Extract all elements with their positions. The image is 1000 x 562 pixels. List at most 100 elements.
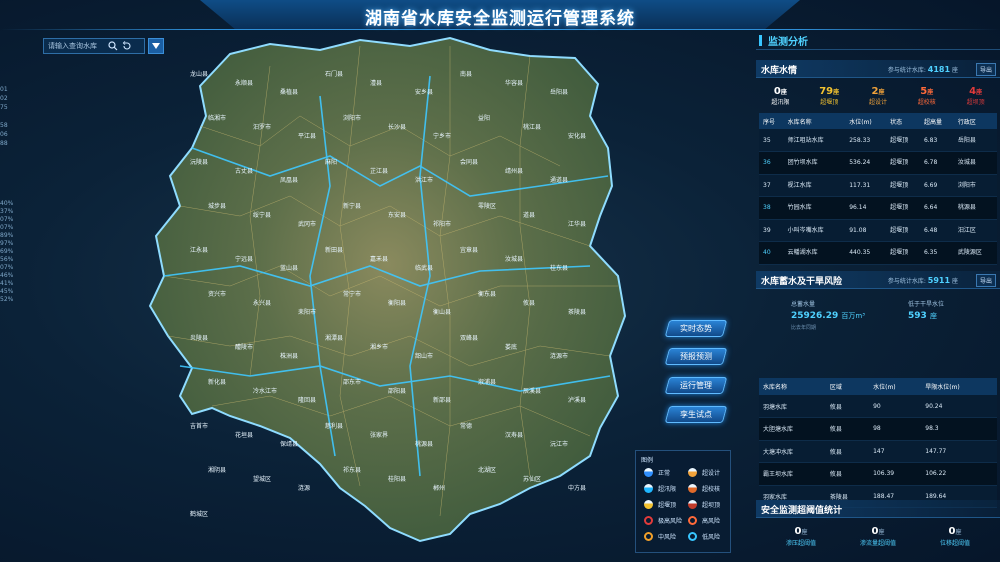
map-county-label: 株洲县 (280, 352, 298, 360)
stat-over-weir[interactable]: 79座 超堰顶 (805, 86, 854, 108)
map-county-label: 醴陵市 (235, 343, 253, 351)
col-header[interactable]: 水库名称 (759, 378, 826, 395)
table-cell: 6.78 (919, 151, 954, 175)
table-row[interactable]: 霸王坝水库 攸县 106.39 106.22 (759, 462, 997, 486)
stat-seepage-flow[interactable]: 0座 渗流量超阈值 (843, 526, 913, 547)
unit: 座 (878, 89, 885, 96)
map-county-label: 嘉禾县 (370, 255, 388, 263)
meta-unit: 座 (951, 278, 958, 285)
table-cell: 浏阳市 (953, 174, 997, 197)
table-cell: 云幡湖水库 (783, 241, 846, 265)
table-cell: 117.31 (845, 174, 887, 197)
reservoir-over-design-icon (688, 468, 697, 477)
table-cell: 岳阳县 (953, 129, 997, 152)
stat-over-flood-limit[interactable]: 0座 超汛限 (756, 86, 805, 108)
table-cell: 39 (759, 219, 784, 242)
forecast-button[interactable]: 预报预测 (664, 348, 728, 365)
table-cell: 桃源县 (953, 196, 997, 220)
reset-icon[interactable] (120, 39, 134, 53)
stat-over-design[interactable]: 2座 超设计 (854, 86, 903, 108)
map-county-label: 洪江市 (415, 176, 433, 184)
col-header[interactable]: 水位(m) (845, 113, 887, 129)
stat-over-check[interactable]: 5座 超校核 (902, 86, 951, 108)
map-county-label: 新化县 (208, 378, 226, 386)
table-cell: 90 (869, 395, 922, 418)
export-label: 导出 (979, 278, 992, 285)
ruler-tick (0, 112, 14, 121)
table-cell: 40 (759, 241, 784, 265)
table-row[interactable]: 羽塘水库 攸县 90 90.24 (759, 395, 997, 418)
ruler-percent: 07% (0, 224, 14, 231)
table-row[interactable]: 39 小叫岑嘴水库 91.08 超堰顶 6.48 汨江区 (759, 219, 997, 242)
col-header[interactable]: 水库名称 (783, 113, 846, 129)
legend-item-medium-risk: 中风险 (644, 532, 676, 541)
map-county-label: 岳阳县 (550, 88, 568, 96)
table-row[interactable]: 大塘冲水库 攸县 147 147.77 (759, 440, 997, 463)
unit: 座 (976, 89, 983, 96)
section-title: 水库蓄水及干旱风险 (761, 277, 843, 287)
left-ruler-percent: 40% 37% 07% 07% 89% 97% 69% 56% 07% 46% … (0, 200, 14, 304)
table-cell: 攸县 (825, 417, 870, 441)
total-storage-label: 总蓄水量 (791, 301, 816, 308)
col-header[interactable]: 状态 (886, 113, 920, 129)
chevron-down-icon (152, 43, 160, 49)
map-county-label: 宜章县 (460, 246, 478, 254)
digital-twin-pilot-button[interactable]: 孪生试点 (664, 406, 728, 423)
table-row[interactable]: 大胆塘水库 攸县 98 98.3 (759, 417, 997, 441)
stat-label: 超坝顶 (966, 99, 985, 106)
table-cell: 枧江水库 (783, 174, 846, 197)
map-county-label: 零陵区 (478, 202, 496, 210)
map-county-label: 安乡县 (415, 88, 433, 96)
water-stats: 0座 超汛限 79座 超堰顶 2座 超设计 5座 超校核 4座 超坝顶 (756, 86, 1000, 108)
table-row[interactable]: 37 枧江水库 117.31 超堰顶 6.69 浏阳市 (759, 174, 997, 197)
ruler-tick: 75 (0, 104, 8, 111)
table-cell: 98.3 (921, 417, 997, 441)
export-button[interactable]: 导出 (975, 274, 996, 287)
table-row[interactable]: 35 师江咀站水库 258.33 超堰顶 6.83 岳阳县 (759, 129, 997, 152)
export-button[interactable]: 导出 (975, 63, 996, 76)
ruler-percent: 69% (0, 248, 14, 255)
map-county-label: 石门县 (325, 70, 343, 78)
stat-label: 渗流量超阈值 (859, 540, 896, 547)
table-cell: 团竹坝水库 (783, 151, 846, 175)
table-row[interactable]: 36 团竹坝水库 536.24 超堰顶 6.78 汝城县 (759, 151, 997, 175)
map-county-label: 茶陵县 (568, 308, 586, 316)
map-county-label: 临湘市 (208, 114, 226, 122)
legend-item-normal: 正常 (644, 468, 670, 477)
col-header[interactable]: 水位(m) (869, 378, 922, 395)
unit: 座 (801, 529, 808, 536)
col-header[interactable]: 行政区 (953, 113, 997, 129)
stat-over-dam[interactable]: 4座 超坝顶 (951, 86, 1000, 108)
col-header[interactable]: 旱限水位(m) (921, 378, 997, 395)
dashboard: 湖南省水库安全监测运行管理系统 01 02 75 58 06 88 40% 37… (0, 0, 1000, 562)
map-county-label: 邵东市 (343, 378, 361, 386)
map-county-label: 新邵县 (433, 396, 451, 404)
col-header[interactable]: 序号 (759, 113, 784, 129)
search-box (43, 38, 145, 54)
section-title: 水库水情 (761, 66, 798, 76)
realtime-status-button[interactable]: 实时态势 (664, 320, 728, 337)
drought-table: 水库名称 区域 水位(m) 旱限水位(m) 羽塘水库 攸县 90 90.24 大胆塘水库… (759, 378, 997, 508)
water-table: 序号 水库名称 水位(m) 状态 超高量 行政区 35 师江咀站水库 258.33 超… (759, 113, 997, 265)
col-header[interactable]: 区域 (825, 378, 870, 395)
map-county-label: 永顺县 (235, 79, 253, 87)
map-county-label: 湘潭县 (325, 334, 343, 342)
ruler-tick: 58 (0, 122, 8, 129)
operation-management-button[interactable]: 运行管理 (664, 377, 728, 394)
filter-dropdown-button[interactable] (148, 38, 164, 54)
legend-label: 中风险 (658, 534, 677, 541)
province-map[interactable]: 龙山县永顺县桑植县 石门县澧县安乡县 南县华容县岳阳县临湘市汨罗市平江县 浏阳市长沙县… (120, 36, 640, 556)
search-input[interactable] (44, 42, 106, 50)
col-header[interactable]: 超高量 (919, 113, 954, 129)
stat-label: 超汛限 (771, 99, 790, 106)
meta-unit: 座 (951, 67, 958, 74)
table-row[interactable]: 38 竹园水库 96.14 超堰顶 6.64 桃源县 (759, 196, 997, 220)
ruler-percent: 40% (0, 200, 14, 207)
map-county-label: 常德 (460, 422, 472, 430)
search-icon[interactable] (106, 39, 120, 53)
table-row[interactable]: 40 云幡湖水库 440.35 超堰顶 6.35 武陵源区 (759, 241, 997, 265)
unit: 座 (929, 312, 937, 320)
stat-seepage-pressure[interactable]: 0座 渗压超阈值 (766, 526, 836, 547)
total-storage-value: 25926.29 百万m³ (791, 311, 865, 321)
stat-displacement[interactable]: 0座 位移超阈值 (920, 526, 990, 547)
